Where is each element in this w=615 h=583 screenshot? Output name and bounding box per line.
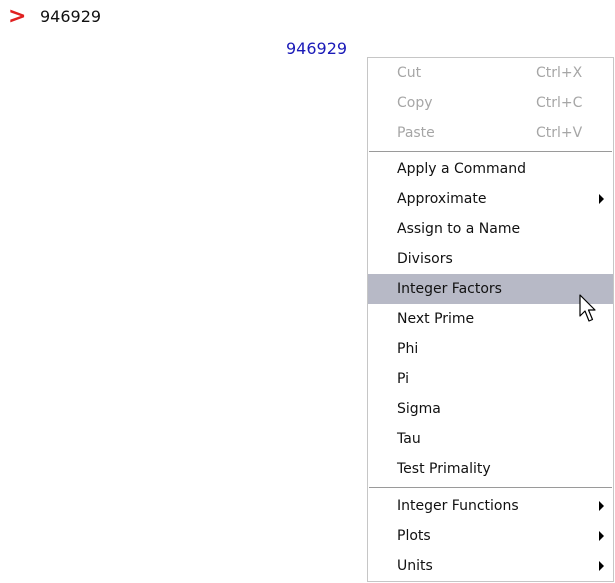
prompt-symbol: > xyxy=(8,4,27,29)
menu-item-integer-factors[interactable]: Integer Factors xyxy=(368,274,613,304)
menu-item-label: Phi xyxy=(397,341,419,357)
submenu-arrow-icon xyxy=(599,501,604,511)
menu-item-assign-to-a-name[interactable]: Assign to a Name xyxy=(368,214,613,244)
mouse-pointer-icon xyxy=(579,294,596,322)
menu-item-label: Sigma xyxy=(397,401,441,417)
menu-item-shortcut: Ctrl+V xyxy=(536,125,583,141)
input-line[interactable]: > 946929 xyxy=(8,4,101,30)
menu-separator xyxy=(369,151,612,153)
menu-item-label: Divisors xyxy=(397,251,453,267)
menu-separator xyxy=(369,487,612,489)
menu-item-label: Paste xyxy=(397,125,435,141)
menu-item-label: Cut xyxy=(397,65,422,81)
menu-item-tau[interactable]: Tau xyxy=(368,424,613,454)
menu-item-paste: Paste Ctrl+V xyxy=(368,118,613,148)
submenu-arrow-icon xyxy=(599,194,604,204)
menu-item-label: Integer Factors xyxy=(397,281,502,297)
menu-item-units[interactable]: Units xyxy=(368,551,613,581)
menu-item-label: Test Primality xyxy=(397,461,491,477)
menu-item-cut: Cut Ctrl+X xyxy=(368,58,613,88)
menu-item-label: Assign to a Name xyxy=(397,221,521,237)
menu-item-label: Copy xyxy=(397,95,433,111)
menu-item-test-primality[interactable]: Test Primality xyxy=(368,454,613,484)
input-expression[interactable]: 946929 xyxy=(40,7,101,27)
menu-item-label: Pi xyxy=(397,371,410,387)
menu-item-next-prime[interactable]: Next Prime xyxy=(368,304,613,334)
menu-item-pi[interactable]: Pi xyxy=(368,364,613,394)
menu-item-label: Units xyxy=(397,558,433,574)
menu-item-label: Integer Functions xyxy=(397,498,519,514)
menu-item-label: Plots xyxy=(397,528,431,544)
menu-item-integer-functions[interactable]: Integer Functions xyxy=(368,491,613,521)
output-expression[interactable]: 946929 xyxy=(286,39,347,59)
submenu-arrow-icon xyxy=(599,531,604,541)
menu-item-copy: Copy Ctrl+C xyxy=(368,88,613,118)
menu-item-phi[interactable]: Phi xyxy=(368,334,613,364)
submenu-arrow-icon xyxy=(599,561,604,571)
menu-item-label: Next Prime xyxy=(397,311,475,327)
menu-item-label: Approximate xyxy=(397,191,487,207)
menu-item-apply-a-command[interactable]: Apply a Command xyxy=(368,154,613,184)
menu-item-plots[interactable]: Plots xyxy=(368,521,613,551)
menu-item-shortcut: Ctrl+C xyxy=(536,95,583,111)
menu-item-label: Apply a Command xyxy=(397,161,526,177)
menu-item-label: Tau xyxy=(397,431,421,447)
menu-item-shortcut: Ctrl+X xyxy=(536,65,583,81)
menu-item-divisors[interactable]: Divisors xyxy=(368,244,613,274)
menu-item-approximate[interactable]: Approximate xyxy=(368,184,613,214)
context-menu: Cut Ctrl+X Copy Ctrl+C Paste Ctrl+V Appl… xyxy=(367,57,614,582)
menu-item-sigma[interactable]: Sigma xyxy=(368,394,613,424)
